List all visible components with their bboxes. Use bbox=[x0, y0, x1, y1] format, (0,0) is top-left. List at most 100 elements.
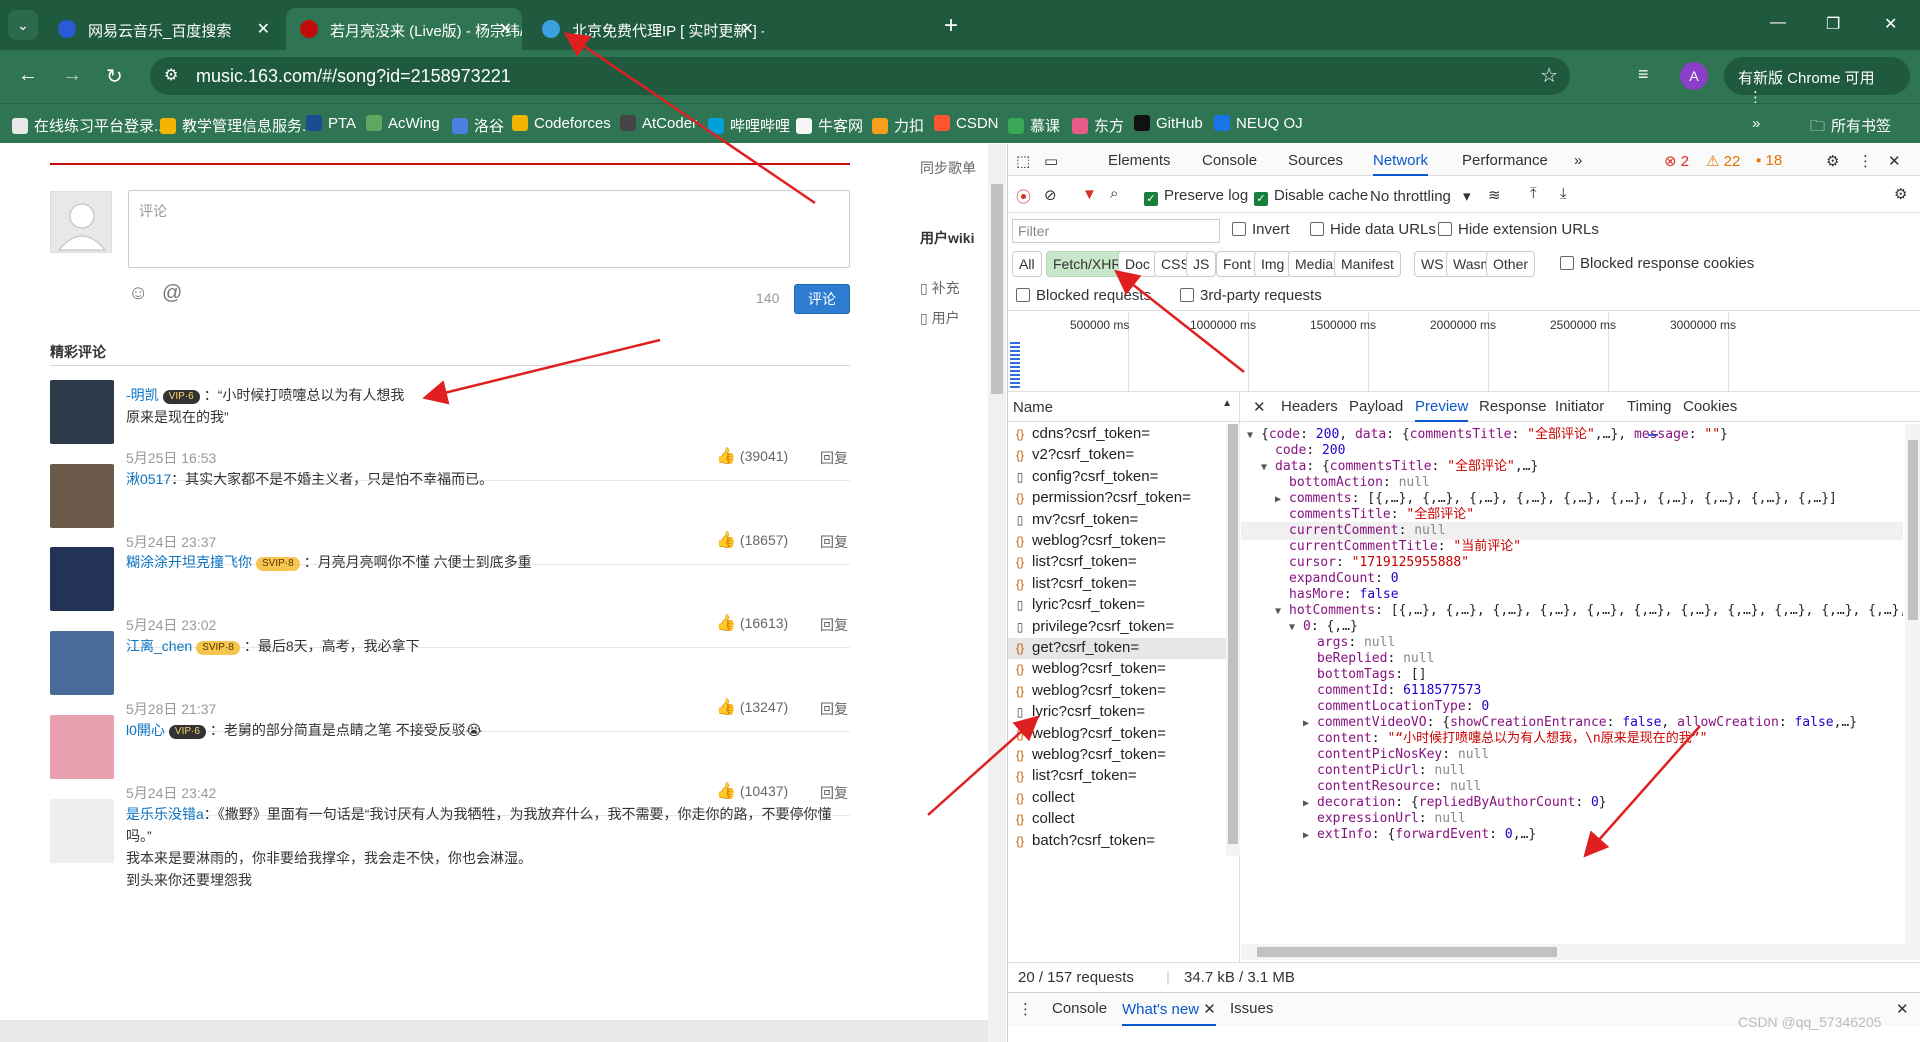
request-row[interactable]: {} batch?csrf_token= bbox=[1008, 831, 1226, 852]
bookmark-item[interactable]: AcWing bbox=[366, 115, 440, 132]
request-row[interactable]: {} weblog?csrf_token= bbox=[1008, 745, 1226, 766]
minimize-icon[interactable]: — bbox=[1770, 14, 1786, 32]
tab-sources[interactable]: Sources bbox=[1288, 152, 1343, 169]
type-filter-img[interactable]: Img bbox=[1254, 251, 1292, 277]
name-column-header[interactable]: Name ▲ bbox=[1008, 392, 1240, 422]
commenter-avatar[interactable] bbox=[50, 799, 114, 863]
preserve-log-checkbox[interactable]: ✓ Preserve log bbox=[1144, 187, 1248, 206]
request-list-scrollbar[interactable] bbox=[1226, 424, 1240, 856]
type-filter-media[interactable]: Media bbox=[1288, 251, 1341, 277]
more-tabs-icon[interactable]: » bbox=[1574, 152, 1582, 169]
close-drawer-tab-icon[interactable]: ✕ bbox=[1203, 1001, 1216, 1018]
type-filter-font[interactable]: Font bbox=[1216, 251, 1259, 277]
detail-tab-response[interactable]: Response bbox=[1479, 398, 1547, 415]
bookmark-item[interactable]: Codeforces bbox=[512, 115, 611, 132]
page-scrollbar[interactable] bbox=[988, 144, 1006, 1042]
like-button[interactable]: 👍 (10437) bbox=[716, 781, 788, 801]
hide-extension-urls-checkbox[interactable]: Hide extension URLs bbox=[1438, 221, 1599, 238]
forward-icon[interactable]: → bbox=[62, 64, 82, 87]
request-row[interactable]: ▯ lyric?csrf_token= bbox=[1008, 595, 1226, 616]
request-row[interactable]: {} list?csrf_token= bbox=[1008, 574, 1226, 595]
request-row[interactable]: {} list?csrf_token= bbox=[1008, 552, 1226, 573]
close-window-icon[interactable]: ✕ bbox=[1884, 14, 1897, 34]
bookmark-item[interactable]: GitHub bbox=[1134, 115, 1203, 132]
commenter-name[interactable]: 糊涂涂开坦克撞飞你 bbox=[126, 554, 252, 570]
network-settings-icon[interactable]: ⚙ bbox=[1894, 185, 1907, 203]
detail-tab-cookies[interactable]: Cookies bbox=[1683, 398, 1737, 415]
device-toggle-icon[interactable]: ▭ bbox=[1044, 152, 1058, 170]
scrollbar-thumb[interactable] bbox=[1908, 440, 1918, 620]
tab-proxy-ip[interactable]: 北京免费代理IP [ 实时更新 ] - … ✕ bbox=[528, 8, 764, 50]
request-row[interactable]: {} collect bbox=[1008, 809, 1226, 830]
submit-comment-button[interactable]: 评论 bbox=[794, 284, 850, 314]
tab-console[interactable]: Console bbox=[1202, 152, 1257, 169]
comment-input[interactable]: 评论 bbox=[128, 190, 850, 268]
type-filter-all[interactable]: All bbox=[1012, 251, 1042, 277]
tab-baidu[interactable]: 网易云音乐_百度搜索 ✕ bbox=[44, 8, 280, 50]
issues-count[interactable]: ▪ 18 bbox=[1756, 152, 1782, 169]
bookmark-item[interactable]: 东方 bbox=[1072, 115, 1124, 136]
bookmark-item[interactable]: NEUQ OJ bbox=[1214, 115, 1303, 132]
drawer-tab-issues[interactable]: Issues bbox=[1230, 1000, 1273, 1017]
detail-tab-initiator[interactable]: Initiator bbox=[1555, 398, 1604, 415]
wiki-item-2[interactable]: ▯ 用户 bbox=[920, 308, 960, 328]
type-filter-js[interactable]: JS bbox=[1186, 251, 1217, 277]
network-conditions-icon[interactable]: ≋ bbox=[1488, 186, 1501, 204]
detail-tab-headers[interactable]: Headers bbox=[1281, 398, 1338, 415]
detail-tab-payload[interactable]: Payload bbox=[1349, 398, 1403, 415]
request-row[interactable]: {} permission?csrf_token= bbox=[1008, 488, 1226, 509]
address-bar[interactable]: ⚙ music.163.com/#/song?id=2158973221 ☆ bbox=[150, 57, 1570, 95]
commenter-avatar[interactable] bbox=[50, 547, 114, 611]
reload-icon[interactable]: ↻ bbox=[106, 64, 123, 89]
bookmark-star-icon[interactable]: ☆ bbox=[1540, 63, 1558, 88]
bookmark-item[interactable]: AtCoder bbox=[620, 115, 697, 132]
bookmark-item[interactable]: PTA bbox=[306, 115, 356, 132]
request-row[interactable]: {} get?csrf_token= bbox=[1008, 638, 1226, 659]
commenter-avatar[interactable] bbox=[50, 715, 114, 779]
throttling-select[interactable]: No throttling ▾ bbox=[1370, 187, 1471, 205]
kebab-menu-icon[interactable]: ⋮ bbox=[1858, 152, 1873, 170]
bookmark-item[interactable]: CSDN bbox=[934, 115, 999, 132]
import-har-icon[interactable]: ⤒ bbox=[1530, 185, 1537, 202]
tab-performance[interactable]: Performance bbox=[1462, 152, 1548, 169]
bookmark-item[interactable]: 在线练习平台登录... bbox=[12, 115, 167, 136]
detail-tab-timing[interactable]: Timing bbox=[1627, 398, 1671, 415]
invert-checkbox[interactable]: Invert bbox=[1232, 221, 1290, 238]
settings-gear-icon[interactable]: ⚙ bbox=[1826, 152, 1839, 170]
preview-scrollbar[interactable] bbox=[1905, 424, 1920, 944]
scrollbar-thumb[interactable] bbox=[991, 184, 1003, 394]
error-count[interactable]: ⊗ 2 bbox=[1664, 152, 1689, 170]
json-row[interactable]: ▼ hotComments: [{,…}, {,…}, {,…}, {,…}, {… bbox=[1275, 602, 1903, 620]
new-tab-icon[interactable]: + bbox=[944, 12, 958, 40]
drawer-menu-icon[interactable]: ⋮ bbox=[1018, 1000, 1033, 1018]
disable-cache-checkbox[interactable]: ✓ Disable cache bbox=[1254, 187, 1368, 206]
bookmark-item[interactable]: 教学管理信息服务... bbox=[160, 115, 315, 136]
media-controls-icon[interactable]: ≡ bbox=[1638, 64, 1649, 85]
url-text[interactable]: music.163.com/#/song?id=2158973221 bbox=[196, 66, 511, 87]
request-row[interactable]: ▯ privilege?csrf_token= bbox=[1008, 617, 1226, 638]
request-row[interactable]: {} list?csrf_token= bbox=[1008, 766, 1226, 787]
tab-elements[interactable]: Elements bbox=[1108, 152, 1171, 169]
filter-input[interactable]: Filter bbox=[1012, 219, 1220, 243]
request-row[interactable]: ▯ mv?csrf_token= bbox=[1008, 510, 1226, 531]
drawer-tab-whats-new[interactable]: What's new ✕ bbox=[1122, 1000, 1216, 1026]
commenter-avatar[interactable] bbox=[50, 464, 114, 528]
close-tab-icon[interactable]: ✕ bbox=[499, 19, 512, 39]
third-party-checkbox[interactable]: 3rd-party requests bbox=[1180, 287, 1322, 304]
blocked-requests-checkbox[interactable]: Blocked requests bbox=[1016, 287, 1151, 304]
request-row[interactable]: {} collect bbox=[1008, 788, 1226, 809]
close-tab-icon[interactable]: ✕ bbox=[257, 19, 270, 39]
commenter-avatar[interactable] bbox=[50, 380, 114, 444]
request-row[interactable]: ▯ lyric?csrf_token= bbox=[1008, 702, 1226, 723]
close-drawer-icon[interactable]: ✕ bbox=[1896, 1000, 1909, 1018]
commenter-name[interactable]: -明凯 bbox=[126, 387, 159, 403]
scrollbar-thumb[interactable] bbox=[1257, 947, 1557, 957]
tab-network[interactable]: Network bbox=[1373, 152, 1429, 176]
blocked-response-cookies-checkbox[interactable]: Blocked response cookies bbox=[1560, 255, 1754, 272]
filter-funnel-icon[interactable]: ▼ bbox=[1082, 186, 1097, 203]
close-detail-icon[interactable]: ✕ bbox=[1253, 398, 1266, 416]
drawer-tab-console[interactable]: Console bbox=[1052, 1000, 1107, 1017]
like-button[interactable]: 👍 (16613) bbox=[716, 613, 788, 633]
commenter-name[interactable]: 江离_chen bbox=[126, 638, 192, 654]
warning-count[interactable]: ⚠ 22 bbox=[1706, 152, 1740, 170]
